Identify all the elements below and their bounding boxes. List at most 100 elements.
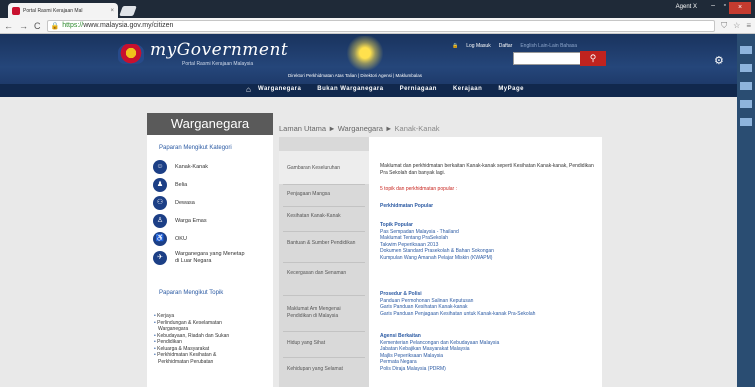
nav-warganegara[interactable]: Warganegara (258, 86, 301, 92)
breadcrumb-home[interactable]: Laman Utama (279, 124, 326, 133)
topic-item[interactable]: Perkhidmatan Perubatan (154, 359, 229, 366)
procedure-section: Prosedur & Polisi Panduan Permohonan Sal… (380, 291, 597, 317)
divider (283, 206, 365, 207)
home-icon[interactable]: ⌂ (246, 85, 251, 94)
category-label: Dewasa (175, 200, 195, 206)
topics-count: 5 topik dan perkhidmatan popular : (380, 186, 457, 192)
subsection-item[interactable]: Penjagaan Mangsa (287, 191, 365, 198)
back-arrow-icon[interactable]: ← (4, 21, 13, 31)
coat-of-arms-icon (118, 44, 144, 64)
procedure-link[interactable]: Garis Panduan Penjagaan Kesihatan untuk … (380, 311, 597, 318)
address-bar-row: ← → C 🔒 https://www.malaysia.gov.my/citi… (0, 18, 755, 34)
lock-icon: 🔒 (452, 43, 459, 49)
divider (283, 295, 365, 296)
url-input[interactable]: 🔒 https://www.malaysia.gov.my/citizen (46, 19, 716, 32)
topic-label: Kebudayaan, Riadah dan Sukan (157, 332, 230, 339)
nav-bukan-warganegara[interactable]: Bukan Warganegara (317, 86, 383, 92)
close-tab-icon[interactable]: × (110, 8, 114, 14)
site-header: myGovernment Portal Rasmi Kerajaan Malay… (0, 34, 737, 97)
divider (283, 184, 365, 185)
new-tab-button[interactable] (119, 6, 137, 16)
site-search-input[interactable] (513, 52, 581, 65)
shield-icon[interactable]: ⛉ (721, 21, 727, 31)
breadcrumb: Laman Utama ► Warganegara ► Kanak-Kanak (279, 124, 440, 133)
category-label: Belia (175, 182, 188, 188)
divider (283, 357, 365, 358)
popular-topics-section: Topik Popular Pas Sempadan Malaysia - Th… (380, 222, 597, 261)
side-app-button[interactable] (740, 82, 752, 90)
bookmark-star-icon[interactable]: ☆ (733, 21, 740, 30)
federal-star-graphic (345, 36, 385, 70)
overseas-icon: ✈ (153, 251, 167, 265)
subsection-item[interactable]: Kehidupan yang Selamat (287, 366, 365, 373)
url-text: www.malaysia.gov.my/citizen (83, 22, 174, 29)
category-label: di Luar Negara (175, 258, 212, 264)
browser-tab-bar: Portal Rasmi Kerajaan Mal × Agent X – ▫ … (0, 0, 755, 18)
youth-icon: ♟ (153, 178, 167, 192)
side-app-button[interactable] (740, 100, 752, 108)
side-app-button[interactable] (740, 46, 752, 54)
category-label: OKU (175, 236, 187, 242)
breadcrumb-current: Kanak-Kanak (394, 124, 440, 133)
divider (283, 262, 365, 263)
category-item[interactable]: ♙ Warga Emas (153, 214, 207, 228)
language-links[interactable]: English Lain-Lain Bahasa (520, 43, 577, 49)
register-link[interactable]: Daftar (499, 43, 513, 49)
topic-label: Kerjaya (157, 313, 175, 319)
menu-icon[interactable]: ≡ (746, 21, 751, 30)
category-item[interactable]: ☺ Kanak-Kanak (153, 160, 208, 174)
section-title: Warganegara (147, 113, 273, 135)
topic-label: Perkhidmatan Kesihatan & (157, 352, 217, 358)
main-navigation: ⌂ Warganegara Bukan Warganegara Perniaga… (0, 84, 737, 97)
site-favicon-icon (12, 6, 20, 15)
site-logo[interactable]: myGovernment (150, 40, 288, 60)
adult-icon: ⚇ (153, 196, 167, 210)
divider (283, 231, 365, 232)
agency-link[interactable]: Polis Diraja Malaysia (PDRM) (380, 366, 597, 373)
related-agencies-section: Agensi Berkaitan Kementerian Pelancongan… (380, 333, 597, 372)
subsection-item[interactable]: Gambaran Keseluruhan (287, 165, 365, 172)
topic-heading: Paparan Mengikut Topik (159, 290, 224, 296)
senior-icon: ♙ (153, 214, 167, 228)
forward-arrow-icon[interactable]: → (19, 21, 28, 31)
category-heading: Paparan Mengikut Kategori (159, 145, 232, 151)
search-button[interactable]: ⚲ (580, 51, 606, 66)
maximize-icon[interactable]: ▫ (724, 2, 726, 9)
close-window-icon[interactable]: × (729, 2, 751, 14)
minimize-icon[interactable]: – (711, 2, 715, 9)
breadcrumb-section[interactable]: Warganegara (338, 124, 383, 133)
reload-icon[interactable]: C (34, 21, 41, 31)
nav-mypage[interactable]: MyPage (498, 86, 524, 92)
category-item[interactable]: ⚇ Dewasa (153, 196, 195, 210)
divider (283, 331, 365, 332)
category-item[interactable]: ♟ Belia (153, 178, 187, 192)
topic-label: Pendidikan (157, 339, 182, 345)
profile-name[interactable]: Agent X (676, 4, 697, 10)
header-links: 🔒 Log Masuk Daftar English Lain-Lain Bah… (452, 43, 577, 49)
category-item[interactable]: ✈ Warganegara yang Menetap di Luar Negara (153, 251, 245, 265)
breadcrumb-separator: ► (385, 124, 393, 133)
category-item[interactable]: ♿ OKU (153, 232, 187, 246)
header-directory-links[interactable]: Direktori Perkhidmatan Atas Talian | Dir… (288, 73, 422, 78)
side-app-panel (737, 34, 755, 387)
side-app-button[interactable] (740, 118, 752, 126)
intro-text: Maklumat dan perkhidmatan berkaitan Kana… (380, 163, 594, 176)
topic-label: Keluarga & Masyarakat (157, 345, 210, 352)
subsection-item[interactable]: Kecergasan dan Senaman (287, 270, 365, 277)
browser-tab[interactable]: Portal Rasmi Kerajaan Mal × (8, 3, 118, 18)
gear-icon[interactable]: ⚙ (714, 54, 724, 67)
category-label: Warganegara yang Menetap (175, 251, 245, 257)
subsection-item[interactable]: Hidup yang Sihat (287, 340, 365, 347)
child-icon: ☺ (153, 160, 167, 174)
nav-perniagaan[interactable]: Perniagaan (400, 86, 437, 92)
popular-topic-link[interactable]: Kumpulan Wang Amanah Pelajar Miskin (KWA… (380, 255, 597, 262)
subsection-item[interactable]: Bantuan & Sumber Pendidikan (287, 240, 365, 247)
lock-icon: 🔒 (50, 22, 60, 30)
side-app-button[interactable] (740, 64, 752, 72)
nav-kerajaan[interactable]: Kerajaan (453, 86, 482, 92)
search-icon: ⚲ (589, 53, 597, 63)
login-link[interactable]: Log Masuk (466, 43, 490, 49)
topic-label: Perkhidmatan Perubatan (158, 358, 214, 365)
subsection-item[interactable]: Maklumat Am Mengenai Pendidikan di Malay… (287, 306, 365, 319)
subsection-item[interactable]: Kesihatan Kanak-Kanak (287, 213, 365, 220)
